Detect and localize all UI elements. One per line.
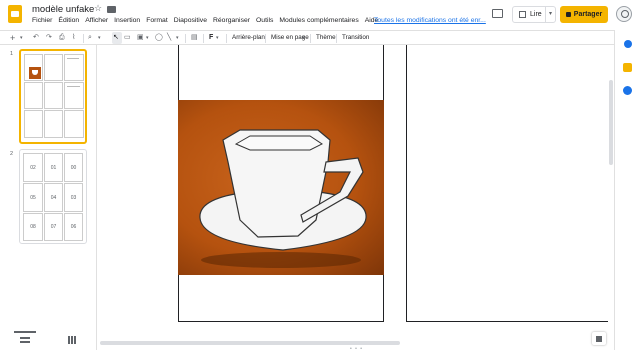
menu-format[interactable]: Format <box>146 17 168 24</box>
undo-icon[interactable]: ↶ <box>33 33 39 43</box>
menu-insertion[interactable]: Insertion <box>114 17 140 24</box>
account-avatar[interactable] <box>616 6 632 22</box>
toolbar-divider <box>265 34 266 43</box>
toolbar: + ▾ ↶ ↷ ⎙ ⌇ ⌕ ▾ ↖ ▭ ▣ ▾ ◯ ╲ ▾ ▤ F ▾ Arri… <box>0 30 640 45</box>
menu-edition[interactable]: Édition <box>58 17 79 24</box>
menu-fichier[interactable]: Fichier <box>32 17 52 24</box>
background-button[interactable]: Arrière-plan <box>232 33 265 43</box>
calendar-icon[interactable] <box>624 40 632 48</box>
vertical-scrollbar[interactable] <box>609 80 613 165</box>
slide-filmstrip: 1 2 02 01 00 05 04 03 08 07 06 <box>0 45 97 350</box>
side-panel <box>614 30 640 350</box>
thumb-cell: 02 <box>23 153 43 182</box>
select-icon[interactable]: ↖ <box>113 33 119 43</box>
print-icon[interactable]: ⎙ <box>59 33 65 43</box>
thumb-cell: 08 <box>23 213 43 241</box>
thumb-cell: 07 <box>44 213 63 241</box>
thumb-cell: 00 <box>64 153 83 182</box>
comment-icon[interactable]: ▤ <box>191 33 198 43</box>
thumb-cell: 05 <box>23 183 43 212</box>
toolbar-divider <box>226 34 227 43</box>
thumb-cell: 01 <box>44 153 63 182</box>
filmstrip-view-icon[interactable] <box>20 337 30 343</box>
thumb-cell <box>24 82 43 109</box>
toolbar-divider <box>203 34 204 43</box>
menu-bar: Fichier Édition Afficher Insertion Forma… <box>32 17 378 24</box>
menu-modules[interactable]: Modules complémentaires <box>279 17 358 24</box>
thumb-cell <box>24 54 43 81</box>
slides-logo-icon[interactable] <box>8 5 22 23</box>
right-page-frame[interactable] <box>406 45 608 322</box>
cup-image-thumbnail <box>29 67 41 79</box>
thumb-cell <box>44 54 63 81</box>
toolbar-divider <box>185 34 186 43</box>
thumb-text-line <box>67 86 80 87</box>
toolbar-divider <box>336 34 337 43</box>
app-header: modèle unfake ☆ Fichier Édition Afficher… <box>0 0 640 30</box>
thumb-cell <box>64 82 84 109</box>
comments-icon[interactable] <box>492 9 503 18</box>
thumb-cell <box>64 54 84 81</box>
theme-button[interactable]: Thème <box>316 33 336 43</box>
lock-icon <box>565 12 571 17</box>
folder-icon[interactable] <box>107 6 116 13</box>
toolbar-divider <box>310 34 311 43</box>
save-status-link[interactable]: Toutes les modifications ont été enr... <box>374 17 486 24</box>
present-button[interactable]: Lire ▾ <box>512 6 556 23</box>
keep-icon[interactable] <box>623 63 632 72</box>
slide-canvas[interactable] <box>98 45 608 350</box>
slide-number: 2 <box>10 151 14 157</box>
zoom-dropdown-icon[interactable]: ▾ <box>98 33 101 43</box>
present-icon <box>519 11 526 18</box>
thumb-cell: 03 <box>64 183 83 212</box>
thumb-cell <box>64 110 84 138</box>
textbox-icon[interactable]: ▭ <box>124 33 131 43</box>
grid-view-icon[interactable] <box>68 336 76 344</box>
share-button[interactable]: Partager <box>560 6 608 23</box>
document-title[interactable]: modèle unfake <box>32 4 94 15</box>
thumb-cell <box>44 110 63 138</box>
thumb-text-line <box>67 58 79 59</box>
star-icon[interactable]: ☆ <box>94 3 102 14</box>
thumb-cell: 06 <box>64 213 83 241</box>
zoom-icon[interactable]: ⌕ <box>88 33 92 43</box>
line-dropdown-icon[interactable]: ▾ <box>176 33 179 43</box>
paint-format-icon[interactable]: ⌇ <box>72 33 75 43</box>
transition-button[interactable]: Transition <box>342 33 369 43</box>
font-size-dropdown-icon[interactable]: ▾ <box>216 33 219 43</box>
slide-thumbnail-1[interactable] <box>19 49 87 144</box>
toolbar-divider <box>83 34 84 43</box>
menu-outils[interactable]: Outils <box>256 17 273 24</box>
active-view-indicator <box>14 331 36 333</box>
menu-afficher[interactable]: Afficher <box>85 17 108 24</box>
horizontal-scrollbar[interactable] <box>100 341 400 345</box>
slide-thumbnail-2[interactable]: 02 01 00 05 04 03 08 07 06 <box>19 149 87 244</box>
menu-diapositive[interactable]: Diapositive <box>174 17 207 24</box>
layout-dropdown-icon[interactable]: ▾ <box>302 33 305 43</box>
coffee-cup-image[interactable] <box>178 100 384 275</box>
redo-icon[interactable]: ↷ <box>46 33 52 43</box>
present-label: Lire <box>530 11 542 18</box>
font-size-icon[interactable]: F <box>209 33 213 43</box>
resize-handle-icon[interactable]: • • • <box>350 346 363 352</box>
thumb-cell <box>44 82 63 109</box>
slide-number: 1 <box>10 51 14 57</box>
line-icon[interactable]: ╲ <box>167 33 171 43</box>
share-label: Partager <box>573 11 603 18</box>
image-icon[interactable]: ▣ <box>137 33 144 43</box>
present-dropdown-icon[interactable]: ▾ <box>545 7 555 22</box>
add-icon[interactable]: + <box>10 33 15 43</box>
menu-reorganiser[interactable]: Réorganiser <box>213 17 250 24</box>
explore-button[interactable] <box>592 332 606 345</box>
thumb-cell: 04 <box>44 183 63 212</box>
image-dropdown-icon[interactable]: ▾ <box>146 33 149 43</box>
shape-icon[interactable]: ◯ <box>155 33 163 43</box>
coffee-cup-icon <box>199 129 367 268</box>
add-dropdown-icon[interactable]: ▾ <box>20 33 23 43</box>
thumb-cell <box>24 110 43 138</box>
tasks-icon[interactable] <box>623 86 632 95</box>
